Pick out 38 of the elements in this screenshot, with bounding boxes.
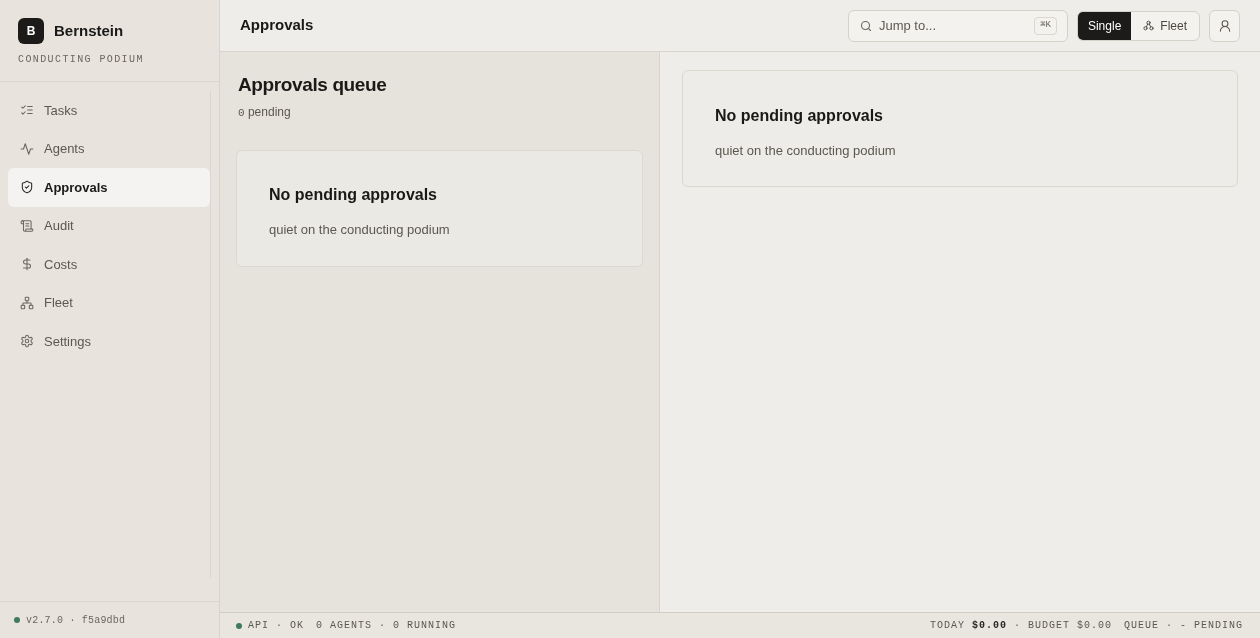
shortcut-key: ⌘K	[1034, 16, 1057, 35]
status-text: TODAY $0.00 · BUDGET $0.00	[929, 619, 1112, 633]
sidebar-item[interactable]: Costs	[8, 245, 210, 284]
sidebar-item[interactable]: Fleet	[8, 283, 210, 322]
sidebar-item[interactable]: Tasks	[8, 91, 210, 130]
view-toggle[interactable]: Fleet	[1131, 11, 1199, 40]
view-toggle[interactable]: Single	[1077, 11, 1132, 40]
nodes-icon	[1143, 20, 1155, 31]
shield-check-icon	[20, 180, 34, 195]
settings-icon	[20, 334, 34, 349]
dollar-icon	[20, 257, 34, 272]
scroll-icon	[20, 218, 34, 233]
empty-state-title: No pending approvals	[715, 106, 883, 126]
status-dot-icon	[236, 622, 242, 629]
status-text: 0 AGENTS · 0 RUNNING	[316, 619, 457, 633]
user-button[interactable]	[1209, 9, 1240, 42]
network-icon	[20, 295, 34, 310]
sidebar-item[interactable]: Approvals	[8, 168, 210, 207]
search-icon	[859, 19, 872, 32]
status-dot-icon	[14, 617, 20, 623]
queue-title: Approvals queue	[238, 73, 387, 97]
logo-tile: B	[18, 18, 44, 44]
pending-count: 0 pending	[238, 103, 291, 121]
status-text: API · OK	[248, 619, 304, 633]
empty-state-message: quiet on the conducting podium	[715, 142, 896, 160]
empty-state-title: No pending approvals	[269, 185, 437, 205]
app-tagline: CONDUCTING PODIUM	[18, 53, 144, 67]
status-text: QUEUE · - PENDING	[1123, 619, 1243, 633]
app-name: Bernstein	[54, 20, 124, 41]
sidebar-item[interactable]: Settings	[8, 322, 210, 361]
sidebar-item[interactable]: Audit	[8, 206, 210, 245]
version-label: v2.7.0 · f5a9dbd	[26, 613, 126, 628]
user-icon	[1217, 18, 1232, 33]
checklist-icon	[20, 103, 34, 118]
sidebar-item[interactable]: Agents	[8, 129, 210, 168]
empty-state-message: quiet on the conducting podium	[269, 221, 450, 239]
page-title: Approvals	[240, 15, 314, 36]
activity-icon	[20, 141, 34, 156]
